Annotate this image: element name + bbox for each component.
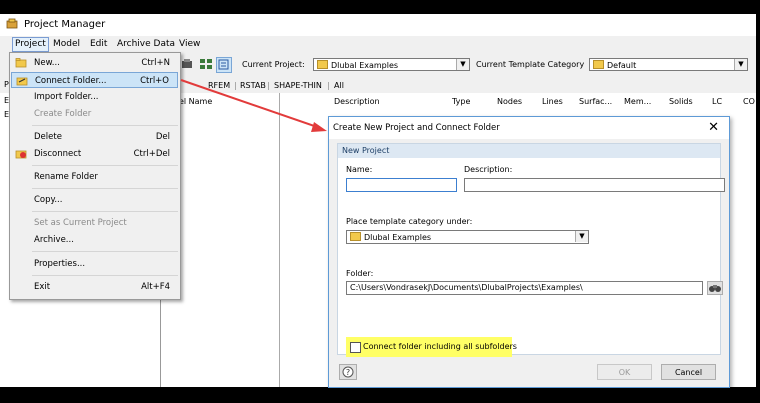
menu-project[interactable]: Project <box>12 37 49 52</box>
current-project-select[interactable]: Dlubal Examples ▼ <box>313 58 470 71</box>
dialog-title: Create New Project and Connect Folder <box>333 123 500 133</box>
menu-item-set-current-project: Set as Current Project <box>34 218 127 228</box>
dropdown-arrow-icon: ▼ <box>734 59 747 70</box>
ok-button[interactable]: OK <box>597 364 652 380</box>
subfolders-checkbox[interactable] <box>350 342 361 353</box>
menu-separator <box>32 165 178 166</box>
grid-view-icon[interactable] <box>199 57 213 71</box>
description-field[interactable] <box>464 178 725 192</box>
app-logo-icon <box>6 18 18 29</box>
cancel-button[interactable]: Cancel <box>661 364 716 380</box>
column-members[interactable]: Mem... <box>624 97 651 106</box>
tab-all[interactable]: All <box>334 81 344 90</box>
menu-separator <box>32 251 178 252</box>
tab-rfem[interactable]: RFEM <box>208 81 230 90</box>
browse-folder-button[interactable] <box>707 281 723 295</box>
template-category-label: Place template category under: <box>346 217 473 226</box>
menu-item-delete[interactable]: Delete Del <box>11 129 178 145</box>
menu-view[interactable]: View <box>179 39 200 49</box>
menu-separator <box>32 275 178 276</box>
menu-edit[interactable]: Edit <box>90 39 107 49</box>
column-nodes[interactable]: Nodes <box>497 97 522 106</box>
current-project-label: Current Project: <box>242 60 305 69</box>
folder-icon <box>593 60 604 69</box>
title-bar: Project Manager <box>0 14 756 36</box>
close-icon[interactable]: ✕ <box>708 120 719 135</box>
folder-icon <box>317 60 328 69</box>
disconnect-icon <box>15 150 27 159</box>
column-surfaces[interactable]: Surfac... <box>579 97 612 106</box>
menu-item-copy[interactable]: Copy... <box>11 192 178 208</box>
column-divider <box>279 93 280 387</box>
help-icon: ? <box>342 366 354 378</box>
menu-separator <box>32 188 178 189</box>
new-project-group: New Project Name: Description: Place tem… <box>337 143 725 357</box>
folder-label: Folder: <box>346 269 374 278</box>
column-description[interactable]: Description <box>334 97 380 106</box>
dropdown-arrow-icon: ▼ <box>456 59 469 70</box>
folder-icon <box>350 232 361 241</box>
column-co[interactable]: CO <box>743 97 755 106</box>
tab-shape-thin[interactable]: SHAPE-THIN <box>274 81 322 90</box>
column-type[interactable]: Type <box>452 97 470 106</box>
toolbar-tool-icon[interactable] <box>180 57 194 71</box>
help-button[interactable]: ? <box>339 364 357 380</box>
menu-separator <box>32 125 178 126</box>
menu-item-connect-folder[interactable]: Connect Folder... Ctrl+O <box>11 72 178 88</box>
create-project-dialog: Create New Project and Connect Folder ✕ … <box>328 116 730 388</box>
menu-separator <box>32 211 178 212</box>
description-label: Description: <box>464 165 513 174</box>
dialog-title-bar: Create New Project and Connect Folder ✕ <box>329 117 729 139</box>
template-category-select[interactable]: Default ▼ <box>589 58 748 71</box>
template-category-label: Current Template Category <box>476 60 585 69</box>
menu-item-disconnect[interactable]: Disconnect Ctrl+Del <box>11 146 178 162</box>
subfolders-option[interactable]: Connect folder including all subfolders <box>346 337 517 357</box>
group-header: New Project <box>338 144 720 158</box>
menu-item-archive[interactable]: Archive... <box>11 232 178 248</box>
name-label: Name: <box>346 165 373 174</box>
menu-item-create-folder: Create Folder <box>34 109 92 119</box>
menu-item-properties[interactable]: Properties... <box>11 256 178 272</box>
project-menu: New... Ctrl+N Connect Folder... Ctrl+O I… <box>9 52 181 300</box>
menu-item-rename-folder[interactable]: Rename Folder <box>11 169 178 185</box>
new-folder-icon <box>15 58 27 68</box>
menu-item-import-folder[interactable]: Import Folder... <box>11 89 178 105</box>
svg-text:?: ? <box>346 368 350 377</box>
menu-model[interactable]: Model <box>53 39 80 49</box>
column-lines[interactable]: Lines <box>542 97 563 106</box>
menu-item-new[interactable]: New... Ctrl+N <box>11 55 178 71</box>
window-title: Project Manager <box>24 19 106 30</box>
template-category-select[interactable]: Dlubal Examples ▼ <box>346 230 589 244</box>
binoculars-icon <box>709 285 721 292</box>
menu-item-exit[interactable]: Exit Alt+F4 <box>11 279 178 295</box>
column-lc[interactable]: LC <box>712 97 722 106</box>
name-field[interactable] <box>346 178 457 192</box>
tab-rstab[interactable]: RSTAB <box>240 81 266 90</box>
dialog-footer: ? OK Cancel <box>337 361 719 383</box>
folder-path-field[interactable]: C:\Users\VondrasekJ\Documents\DlubalProj… <box>346 281 703 295</box>
column-solids[interactable]: Solids <box>669 97 693 106</box>
connect-folder-icon <box>16 77 28 86</box>
details-view-icon[interactable] <box>216 57 232 73</box>
menu-archive-data[interactable]: Archive Data <box>117 39 175 49</box>
menu-bar: Project Model Edit Archive Data View <box>0 37 756 52</box>
subfolders-checkbox-label: Connect folder including all subfolders <box>363 342 517 351</box>
dropdown-arrow-icon: ▼ <box>575 231 588 242</box>
